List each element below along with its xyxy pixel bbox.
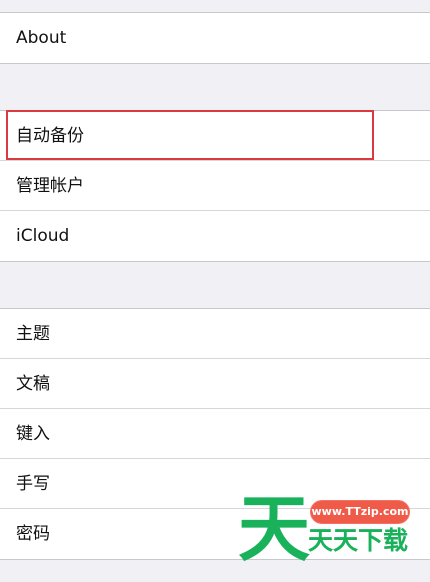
settings-row-label-icloud: iCloud [16,225,70,246]
settings-row-drafts[interactable]: 文稿 [0,358,430,409]
settings-row-label-drafts: 文稿 [16,373,50,394]
top-divider [0,0,430,13]
section-gap-1 [0,64,430,110]
settings-row-manage-accounts[interactable]: 管理帐户 [0,160,430,211]
settings-page: About 自动备份 管理帐户 iCloud 主题 文稿 键入 手写 密码 天 … [0,0,430,582]
settings-row-label-manage-accounts: 管理帐户 [16,175,84,196]
settings-group-account: 自动备份 管理帐户 iCloud [0,110,430,262]
settings-row-password[interactable]: 密码 [0,508,430,559]
settings-row-theme[interactable]: 主题 [0,309,430,359]
settings-row-icloud[interactable]: iCloud [0,210,430,261]
settings-row-label-password: 密码 [16,523,50,544]
settings-group-input: 主题 文稿 键入 手写 密码 [0,308,430,560]
settings-row-about[interactable]: About [0,13,430,63]
settings-row-label-about: About [16,27,67,48]
settings-row-handwriting[interactable]: 手写 [0,458,430,509]
settings-row-auto-backup[interactable]: 自动备份 [0,111,430,161]
settings-row-label-typing: 键入 [16,423,50,444]
settings-row-label-auto-backup: 自动备份 [16,125,84,146]
settings-group-about: About [0,13,430,64]
settings-row-label-handwriting: 手写 [16,473,50,494]
settings-row-typing[interactable]: 键入 [0,408,430,459]
settings-row-label-theme: 主题 [16,323,50,344]
section-gap-2 [0,262,430,308]
